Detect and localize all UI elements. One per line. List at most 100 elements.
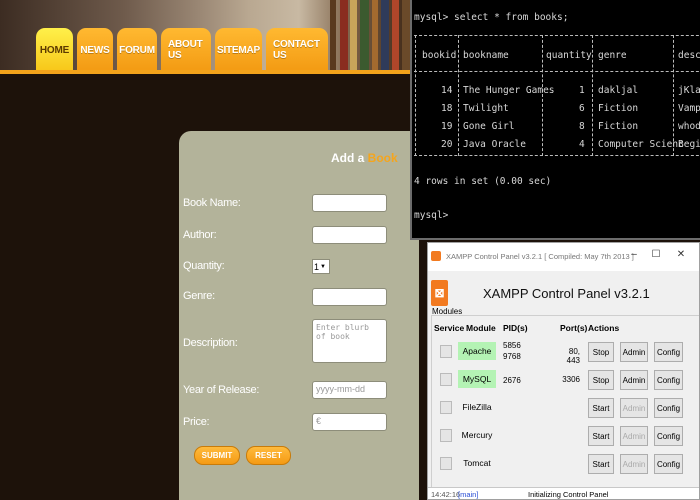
year-input[interactable]: yyyy-mm-dd: [312, 381, 387, 399]
main-nav: HOME NEWS FORUM ABOUT US SITEMAP CONTACT…: [36, 28, 328, 72]
module-name: Mercury: [461, 430, 493, 440]
xampp-logo-icon: ⊠: [431, 280, 448, 306]
cell-bookid: 20: [441, 139, 453, 150]
cell-genre: Computer Scienc: [598, 139, 684, 150]
author-input[interactable]: [312, 226, 387, 244]
table-divider: [414, 35, 700, 36]
admin-button[interactable]: Admin: [620, 342, 648, 362]
xampp-app-icon: [431, 251, 441, 261]
column-header: bookid: [422, 50, 457, 61]
genre-label: Genre:: [183, 290, 215, 302]
add-book-form: Add a Book Book Name: Author: Quantity: …: [179, 131, 419, 500]
table-divider: [458, 35, 459, 156]
log-message: Initializing Control Panel: [528, 490, 609, 499]
window-titlebar[interactable]: XAMPP Control Panel v3.2.1 [ Compiled: M…: [428, 243, 699, 271]
module-row-mysql: MySQL 2676 3306 Stop Admin Config: [428, 367, 699, 395]
stop-button[interactable]: Stop: [588, 342, 614, 362]
admin-button: Admin: [620, 398, 648, 418]
nav-tab-news[interactable]: NEWS: [77, 28, 113, 72]
module-row-filezilla: FileZilla Start Admin Config: [428, 395, 699, 423]
cell-quantity: 6: [579, 103, 585, 114]
table-divider: [414, 71, 700, 72]
log-source: [main]: [458, 490, 479, 499]
cell-descr: whodu: [678, 121, 700, 132]
cell-bookname: The Hunger Games: [463, 85, 555, 96]
module-pid: 9768: [503, 352, 521, 361]
config-button[interactable]: Config: [654, 398, 683, 418]
genre-input[interactable]: [312, 288, 387, 306]
col-service: Service: [434, 323, 465, 333]
start-button[interactable]: Start: [588, 398, 614, 418]
book-name-input[interactable]: [312, 194, 387, 212]
form-title: Add a Book: [331, 151, 398, 165]
stop-button[interactable]: Stop: [588, 370, 614, 390]
cell-quantity: 4: [579, 139, 585, 150]
cell-bookid: 14: [441, 85, 453, 96]
cell-bookname: Java Oracle: [463, 139, 526, 150]
description-textarea[interactable]: Enter blurb of book: [312, 319, 387, 363]
config-button[interactable]: Config: [654, 370, 683, 390]
year-label: Year of Release:: [183, 384, 260, 396]
config-button[interactable]: Config: [654, 426, 683, 446]
quantity-select[interactable]: 1 ▼: [312, 259, 330, 274]
module-name: MySQL: [458, 370, 496, 388]
cell-quantity: 8: [579, 121, 585, 132]
module-row-tomcat: Tomcat Start Admin Config: [428, 451, 699, 479]
column-header: bookname: [463, 50, 509, 61]
cell-bookid: 18: [441, 103, 453, 114]
col-actions: Actions: [588, 323, 620, 333]
table-divider: [673, 35, 674, 156]
start-button[interactable]: Start: [588, 454, 614, 474]
config-button[interactable]: Config: [654, 342, 683, 362]
start-button[interactable]: Start: [588, 426, 614, 446]
chevron-down-icon: ▼: [320, 263, 326, 270]
module-pid: 2676: [503, 376, 521, 385]
mysql-terminal[interactable]: mysql> select * from books; bookid bookn…: [410, 0, 700, 240]
window-title: XAMPP Control Panel v3.2.1 [ Compiled: M…: [446, 252, 634, 261]
reset-button[interactable]: RESET: [246, 446, 291, 465]
close-icon[interactable]: ✕: [675, 249, 687, 261]
price-input[interactable]: €: [312, 413, 387, 431]
nav-tab-sitemap[interactable]: SITEMAP: [215, 28, 262, 72]
submit-button[interactable]: SUBMIT: [194, 446, 240, 465]
admin-button[interactable]: Admin: [620, 370, 648, 390]
description-label: Description:: [183, 337, 238, 349]
author-label: Author:: [183, 229, 217, 241]
config-button[interactable]: Config: [654, 454, 683, 474]
service-checkbox[interactable]: [440, 457, 452, 470]
column-header: genre: [598, 50, 627, 61]
service-checkbox[interactable]: [440, 373, 452, 386]
maximize-icon[interactable]: ☐: [650, 249, 662, 261]
nav-tab-contact-us[interactable]: CONTACT US: [266, 28, 328, 72]
nav-tab-home[interactable]: HOME: [36, 28, 73, 72]
cell-genre: Fiction: [598, 103, 639, 114]
panel-heading: XAMPP Control Panel v3.2.1: [483, 286, 650, 301]
quantity-label: Quantity:: [183, 260, 225, 272]
cell-descr: jKlad: [678, 85, 700, 96]
cell-genre: dakljal: [598, 85, 639, 96]
terminal-query: mysql> select * from books;: [414, 12, 569, 23]
service-checkbox[interactable]: [440, 345, 452, 358]
xampp-control-panel-window: XAMPP Control Panel v3.2.1 [ Compiled: M…: [427, 242, 700, 500]
table-divider: [414, 155, 700, 156]
cell-bookname: Twilight: [463, 103, 509, 114]
log-time: 14:42:16: [431, 490, 461, 499]
price-label: Price:: [183, 416, 210, 428]
service-checkbox[interactable]: [440, 429, 452, 442]
module-name: Tomcat: [463, 458, 491, 468]
module-pid: 5856: [503, 341, 521, 350]
module-row-apache: Apache 5856 9768 80, 443 Stop Admin Conf…: [428, 339, 699, 367]
col-ports: Port(s): [560, 323, 588, 333]
log-panel[interactable]: 14:42:16 [main] Initializing Control Pan…: [428, 487, 699, 499]
col-pids: PID(s): [503, 323, 528, 333]
minimize-icon[interactable]: –: [628, 249, 640, 261]
form-title-accent: Book: [367, 151, 398, 165]
terminal-prompt: mysql>: [414, 210, 449, 221]
cell-descr: Vampi: [678, 103, 700, 114]
nav-tab-about-us[interactable]: ABOUT US: [161, 28, 211, 72]
form-title-prefix: Add a: [331, 151, 368, 165]
quantity-value: 1: [314, 261, 320, 272]
module-name: FileZilla: [462, 402, 492, 412]
service-checkbox[interactable]: [440, 401, 452, 414]
nav-tab-forum[interactable]: FORUM: [117, 28, 157, 72]
